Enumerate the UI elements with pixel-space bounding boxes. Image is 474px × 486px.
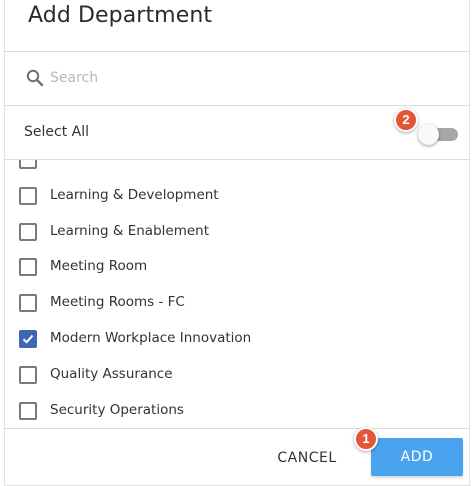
search-input[interactable] <box>50 65 430 91</box>
add-department-dialog: Add Department Select All Learning & Dev… <box>4 0 470 486</box>
list-item-label: Learning & Development <box>50 186 219 203</box>
toggle-knob <box>418 124 439 145</box>
list-item[interactable]: Security Operations <box>5 393 469 428</box>
checkbox[interactable] <box>19 222 37 241</box>
checkbox[interactable] <box>19 365 37 384</box>
list-item-label: Security Operations <box>50 401 184 418</box>
list-item[interactable]: Learning & Enablement <box>5 214 469 250</box>
list-item[interactable]: Meeting Rooms - FC <box>5 285 469 321</box>
select-all-toggle[interactable] <box>418 123 458 145</box>
step-badge-1: 1 <box>354 427 378 451</box>
list-item[interactable] <box>5 160 469 178</box>
list-item[interactable]: Meeting Room <box>5 249 469 285</box>
list-item[interactable]: Quality Assurance <box>5 357 469 393</box>
list-item[interactable]: Modern Workplace Innovation <box>5 321 469 357</box>
list-item-label: Modern Workplace Innovation <box>50 330 252 346</box>
list-item[interactable]: Learning & Development <box>5 178 469 214</box>
cancel-button[interactable]: CANCEL <box>267 440 347 476</box>
list-item-label: Meeting Room <box>50 258 148 275</box>
checkbox[interactable] <box>19 401 37 420</box>
list-item-label: Meeting Rooms - FC <box>50 294 185 311</box>
step-badge-2: 2 <box>394 108 418 132</box>
add-button[interactable]: ADD <box>371 438 463 476</box>
checkbox[interactable] <box>19 186 37 205</box>
search-icon <box>26 69 44 87</box>
checkbox-checked[interactable] <box>19 330 37 348</box>
select-all-label: Select All <box>24 124 89 140</box>
search-bar <box>5 52 469 105</box>
list-item-label: Learning & Enablement <box>50 222 210 239</box>
checkmark-icon <box>22 334 34 344</box>
department-list: Learning & Development Learning & Enablem… <box>5 160 469 428</box>
checkbox[interactable] <box>19 258 37 277</box>
dialog-footer: CANCEL ADD <box>5 428 469 486</box>
checkbox[interactable] <box>19 160 37 169</box>
list-item-label: Quality Assurance <box>50 365 173 382</box>
dialog-title: Add Department <box>28 3 213 28</box>
checkbox[interactable] <box>19 294 37 313</box>
